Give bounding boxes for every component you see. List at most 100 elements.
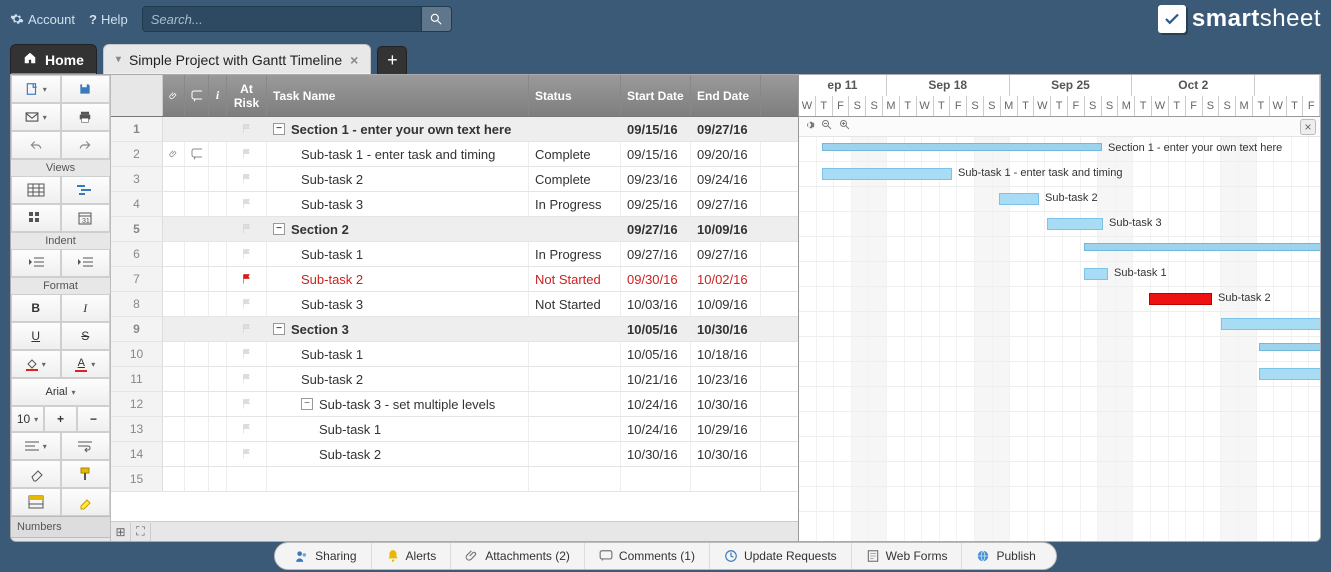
collapse-toggle[interactable]: − — [273, 123, 285, 135]
col-task[interactable]: Task Name — [267, 75, 529, 116]
text-color-button[interactable]: A▾ — [61, 350, 111, 378]
cell-attach[interactable] — [163, 117, 185, 141]
font-increase-button[interactable]: + — [44, 406, 77, 432]
cell-risk[interactable] — [227, 367, 267, 391]
cell-risk[interactable] — [227, 117, 267, 141]
cell-task[interactable]: Sub-task 1 — [267, 342, 529, 366]
cell-task[interactable]: Sub-task 1 — [267, 242, 529, 266]
cell-task[interactable]: Sub-task 3 — [267, 292, 529, 316]
cell-task[interactable] — [267, 467, 529, 491]
indent-button[interactable] — [61, 249, 111, 277]
cell-task[interactable]: Sub-task 2 — [267, 442, 529, 466]
col-status[interactable]: Status — [529, 75, 621, 116]
cell-end-date[interactable]: 09/27/16 — [691, 242, 761, 266]
table-row[interactable]: 8Sub-task 3Not Started10/03/1610/09/16 — [111, 292, 798, 317]
cell-start-date[interactable]: 10/05/16 — [621, 317, 691, 341]
gantt-bar[interactable] — [1084, 268, 1108, 280]
cell-info[interactable] — [209, 292, 227, 316]
table-row[interactable]: 10Sub-task 110/05/1610/18/16 — [111, 342, 798, 367]
cell-start-date[interactable]: 09/15/16 — [621, 117, 691, 141]
row-number[interactable]: 5 — [111, 217, 163, 241]
cell-comment[interactable] — [185, 417, 209, 441]
cell-status[interactable] — [529, 117, 621, 141]
cell-risk[interactable] — [227, 192, 267, 216]
clear-format-button[interactable] — [11, 460, 61, 488]
cell-risk[interactable] — [227, 417, 267, 441]
gantt-view-button[interactable] — [61, 176, 111, 204]
cell-task[interactable]: Sub-task 3 — [267, 192, 529, 216]
cell-end-date[interactable]: 10/23/16 — [691, 367, 761, 391]
fill-color-button[interactable]: ▾ — [11, 350, 61, 378]
align-button[interactable]: ▾ — [11, 432, 61, 460]
cell-end-date[interactable] — [691, 467, 761, 491]
cell-task[interactable]: Sub-task 2 — [267, 167, 529, 191]
row-number[interactable]: 8 — [111, 292, 163, 316]
cell-end-date[interactable]: 09/24/16 — [691, 167, 761, 191]
cell-task[interactable]: Sub-task 2 — [267, 367, 529, 391]
cell-info[interactable] — [209, 167, 227, 191]
col-start[interactable]: Start Date — [621, 75, 691, 116]
cell-start-date[interactable]: 09/27/16 — [621, 217, 691, 241]
cell-info[interactable] — [209, 442, 227, 466]
highlight-button[interactable] — [61, 488, 111, 516]
cell-comment[interactable] — [185, 367, 209, 391]
cell-comment[interactable] — [185, 217, 209, 241]
row-number[interactable]: 2 — [111, 142, 163, 166]
italic-button[interactable]: I — [61, 294, 111, 322]
close-gantt-button[interactable]: × — [1300, 119, 1316, 135]
add-row-button[interactable]: ⊞ — [111, 523, 131, 541]
print-button[interactable] — [61, 103, 111, 131]
cell-start-date[interactable]: 10/24/16 — [621, 417, 691, 441]
cell-start-date[interactable]: 09/25/16 — [621, 192, 691, 216]
collapse-toggle[interactable]: − — [273, 223, 285, 235]
cell-end-date[interactable]: 09/27/16 — [691, 117, 761, 141]
cell-end-date[interactable]: 10/30/16 — [691, 442, 761, 466]
cell-risk[interactable] — [227, 167, 267, 191]
card-view-button[interactable] — [11, 204, 61, 232]
row-number[interactable]: 9 — [111, 317, 163, 341]
cell-start-date[interactable]: 09/23/16 — [621, 167, 691, 191]
cell-task[interactable]: −Section 3 — [267, 317, 529, 341]
col-comment[interactable] — [185, 75, 209, 116]
cell-end-date[interactable]: 10/30/16 — [691, 392, 761, 416]
cell-info[interactable] — [209, 367, 227, 391]
gantt-bar[interactable] — [1221, 318, 1321, 330]
row-number[interactable]: 10 — [111, 342, 163, 366]
font-size-select[interactable]: 10▾ — [11, 406, 44, 432]
gantt-bar[interactable] — [822, 168, 952, 180]
calendar-view-button[interactable]: 31 — [61, 204, 111, 232]
sharing-button[interactable]: Sharing — [281, 543, 370, 569]
cell-attach[interactable] — [163, 267, 185, 291]
table-row[interactable]: 14Sub-task 210/30/1610/30/16 — [111, 442, 798, 467]
publish-button[interactable]: Publish — [961, 543, 1049, 569]
cell-status[interactable]: Not Started — [529, 267, 621, 291]
update-requests-button[interactable]: Update Requests — [709, 543, 851, 569]
outdent-button[interactable] — [11, 249, 61, 277]
cell-info[interactable] — [209, 317, 227, 341]
cell-task[interactable]: −Sub-task 3 - set multiple levels — [267, 392, 529, 416]
table-row[interactable]: 2Sub-task 1 - enter task and timingCompl… — [111, 142, 798, 167]
row-number[interactable]: 4 — [111, 192, 163, 216]
underline-button[interactable]: U — [11, 322, 61, 350]
cell-attach[interactable] — [163, 317, 185, 341]
cell-end-date[interactable]: 10/09/16 — [691, 292, 761, 316]
cell-task[interactable]: Sub-task 1 — [267, 417, 529, 441]
row-number[interactable]: 15 — [111, 467, 163, 491]
cell-status[interactable] — [529, 217, 621, 241]
cell-attach[interactable] — [163, 342, 185, 366]
cell-status[interactable]: Complete — [529, 142, 621, 166]
cell-end-date[interactable]: 09/27/16 — [691, 192, 761, 216]
alerts-button[interactable]: Alerts — [371, 543, 451, 569]
table-row[interactable]: 11Sub-task 210/21/1610/23/16 — [111, 367, 798, 392]
cell-risk[interactable] — [227, 217, 267, 241]
tab-sheet[interactable]: ▾ Simple Project with Gantt Timeline × — [103, 44, 371, 74]
row-number[interactable]: 11 — [111, 367, 163, 391]
cell-attach[interactable] — [163, 217, 185, 241]
cell-status[interactable]: Complete — [529, 167, 621, 191]
cell-comment[interactable] — [185, 267, 209, 291]
cell-attach[interactable] — [163, 442, 185, 466]
row-number[interactable]: 13 — [111, 417, 163, 441]
cell-risk[interactable] — [227, 292, 267, 316]
help-link[interactable]: ? Help — [89, 12, 128, 27]
cell-start-date[interactable]: 09/27/16 — [621, 242, 691, 266]
